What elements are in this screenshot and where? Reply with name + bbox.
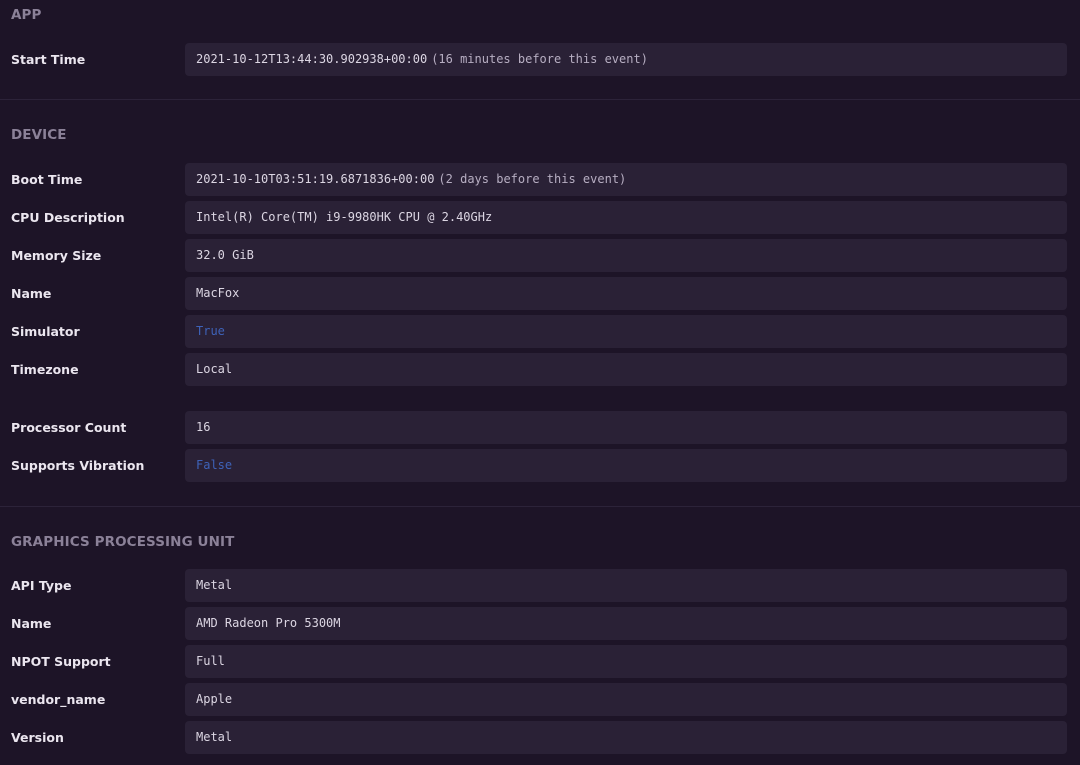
row-value[interactable]: Apple [185,683,1067,716]
row-label: Memory Size [11,248,102,263]
row-value[interactable]: MacFox [185,277,1067,310]
row-label: CPU Description [11,210,125,225]
section-title-device: DEVICE [11,127,67,143]
row-vendor-name: vendor_name Apple [0,683,1080,716]
row-cpu-description: CPU Description Intel(R) Core(TM) i9-998… [0,201,1080,234]
section-divider [0,99,1080,100]
row-api-type: API Type Metal [0,569,1080,602]
timestamp-value: 2021-10-12T13:44:30.902938+00:00 [196,52,428,66]
event-context-page: APP Start Time 2021-10-12T13:44:30.90293… [0,0,1080,765]
row-timezone: Timezone Local [0,353,1080,386]
row-version: Version Metal [0,721,1080,754]
row-start-time: Start Time 2021-10-12T13:44:30.902938+00… [0,43,1080,76]
row-value[interactable]: Metal [185,569,1067,602]
relative-time: (16 minutes before this event) [431,52,648,66]
row-value[interactable]: 32.0 GiB [185,239,1067,272]
row-boot-time: Boot Time 2021-10-10T03:51:19.6871836+00… [0,163,1080,196]
row-value[interactable]: AMD Radeon Pro 5300M [185,607,1067,640]
row-simulator: Simulator True [0,315,1080,348]
row-processor-count: Processor Count 16 [0,411,1080,444]
row-value[interactable]: 2021-10-10T03:51:19.6871836+00:00 (2 days… [185,163,1067,196]
row-value[interactable]: Full [185,645,1067,678]
row-label: Boot Time [11,172,83,187]
section-title-app: APP [11,7,42,23]
row-label: vendor_name [11,692,106,707]
row-label: Simulator [11,324,80,339]
row-value[interactable]: Intel(R) Core(TM) i9-9980HK CPU @ 2.40GH… [185,201,1067,234]
row-device-name: Name MacFox [0,277,1080,310]
timestamp-value: 2021-10-10T03:51:19.6871836+00:00 [196,172,435,186]
row-value[interactable]: Local [185,353,1067,386]
row-label: NPOT Support [11,654,111,669]
row-value[interactable]: 2021-10-12T13:44:30.902938+00:00 (16 minu… [185,43,1067,76]
boolean-value[interactable]: True [185,315,1067,348]
section-divider [0,506,1080,507]
row-supports-vibration: Supports Vibration False [0,449,1080,482]
boolean-value[interactable]: False [185,449,1067,482]
row-label: Name [11,616,52,631]
section-title-gpu: GRAPHICS PROCESSING UNIT [11,534,235,550]
row-memory-size: Memory Size 32.0 GiB [0,239,1080,272]
row-label: Start Time [11,52,86,67]
row-label: Supports Vibration [11,458,145,473]
relative-time: (2 days before this event) [438,172,627,186]
row-value[interactable]: 16 [185,411,1067,444]
row-label: Name [11,286,52,301]
row-label: Timezone [11,362,79,377]
row-label: Version [11,730,64,745]
row-label: API Type [11,578,72,593]
row-gpu-name: Name AMD Radeon Pro 5300M [0,607,1080,640]
row-npot-support: NPOT Support Full [0,645,1080,678]
row-value[interactable]: Metal [185,721,1067,754]
row-label: Processor Count [11,420,127,435]
